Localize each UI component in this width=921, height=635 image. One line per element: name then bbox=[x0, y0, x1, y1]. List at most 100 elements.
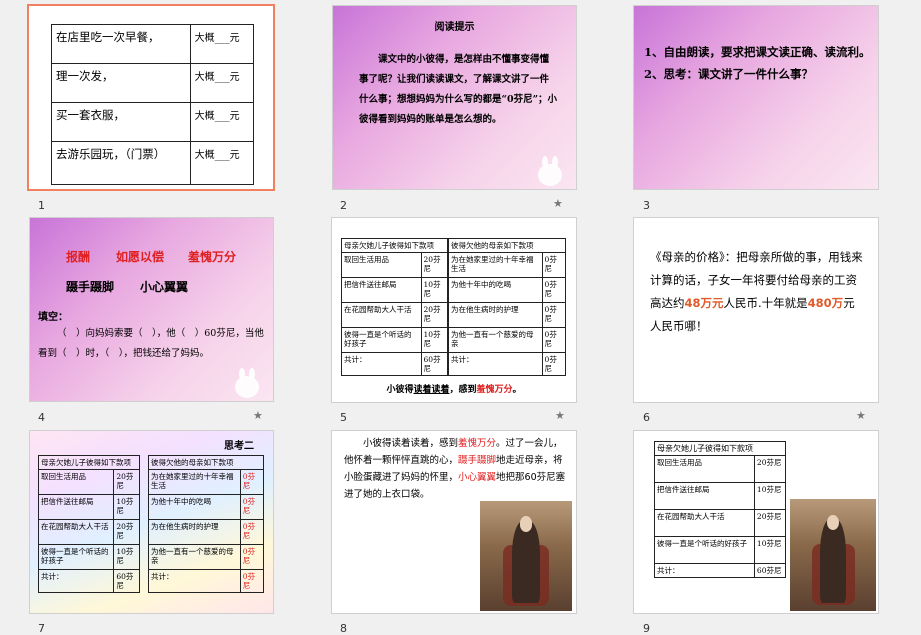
slide-thumbnail-4[interactable]: 报酬 如愿以偿 羞愧万分 蹑手蹑脚 小心翼翼 填空： （ ）向妈妈索要（ ），他… bbox=[29, 217, 274, 402]
table-cell: 共计： bbox=[341, 352, 422, 376]
fill-text: （ ）向妈妈索要（ ），他（ ）60芬尼，当他看到（ ）时，（ ），把钱还给了妈… bbox=[38, 328, 264, 359]
slide-number: 2 bbox=[340, 199, 347, 212]
price-text-part: 人民币.十年就是 bbox=[723, 296, 808, 310]
debt-table-left: 母亲欠她儿子彼得如下款项 取回生活用品 20芬尼 把信件送往邮局 10芬尼 在花园帮… bbox=[37, 455, 140, 593]
slide-thumbnail-1[interactable]: 在店里吃一次早餐， 大概___元 理一次发， 大概___元 买一套衣服， 大概___元… bbox=[27, 4, 275, 191]
table-cell: 60芬尼 bbox=[753, 563, 787, 578]
star-icon[interactable]: ★ bbox=[253, 409, 263, 422]
table-cell: 为在她家里过的十年幸福生活 bbox=[448, 252, 543, 278]
table-cell: 10芬尼 bbox=[420, 277, 449, 303]
story-highlight: 蹑手蹑脚 bbox=[458, 455, 497, 466]
caption-text: 羞愧万分 bbox=[476, 385, 513, 395]
slide-thumbnail-2[interactable]: 阅读提示 课文中的小彼得，是怎样由不懂事变得懂事了呢？让我们读读课文，了解课文讲… bbox=[332, 5, 577, 190]
slide-number: 9 bbox=[643, 622, 650, 635]
table-cell: 彼得一直是个听话的好孩子 bbox=[654, 536, 755, 564]
slide-thumbnail-5[interactable]: 母亲欠她儿子彼得如下款项 取回生活用品 20芬尼 把信件送往邮局 10芬尼 在花园帮… bbox=[331, 217, 577, 403]
table-header: 彼得欠他的母亲如下款项 bbox=[148, 455, 264, 470]
table-cell: 为他十年中的吃喝 bbox=[148, 494, 241, 520]
table-cell: 在花园帮助大人干活 bbox=[654, 509, 755, 537]
table-cell: 为他一直有一个慈爱的母亲 bbox=[148, 544, 241, 570]
slide-thumbnail-7[interactable]: 思考二 母亲欠她儿子彼得如下款项 取回生活用品 20芬尼 把信件送往邮局 10芬尼 … bbox=[29, 430, 274, 614]
star-icon[interactable]: ★ bbox=[553, 197, 563, 210]
table-header: 母亲欠她儿子彼得如下款项 bbox=[654, 441, 786, 456]
table-cell: 为他十年中的吃喝 bbox=[448, 277, 543, 303]
caption-text: 。 bbox=[512, 385, 522, 395]
slide-number: 6 bbox=[643, 411, 650, 424]
table-cell: 在店里吃一次早餐， bbox=[51, 24, 191, 64]
table-cell: 为在他生病时的护理 bbox=[148, 519, 241, 545]
table-cell: 为他一直有一个慈爱的母亲 bbox=[448, 327, 543, 353]
table-cell: 0芬尼 bbox=[239, 494, 265, 520]
slide-title: 阅读提示 bbox=[434, 22, 475, 33]
vocab-word: 报酬 bbox=[66, 250, 91, 264]
story-highlight: 小心翼翼 bbox=[458, 472, 497, 483]
mother-painting-image bbox=[790, 499, 876, 611]
table-cell: 共计： bbox=[654, 563, 755, 578]
slide-thumbnail-9[interactable]: 母亲欠她儿子彼得如下款项 取回生活用品 20芬尼 把信件送往邮局 10芬尼 在花园帮… bbox=[633, 430, 879, 614]
table-cell: 0芬尼 bbox=[239, 519, 265, 545]
table-cell: 0芬尼 bbox=[541, 302, 567, 328]
table-cell: 把信件送往邮局 bbox=[654, 482, 755, 510]
table-cell: 大概___元 bbox=[189, 63, 255, 103]
table-cell: 0芬尼 bbox=[239, 469, 265, 495]
table-cell: 20芬尼 bbox=[113, 469, 140, 495]
table-cell: 20芬尼 bbox=[420, 252, 449, 278]
table-cell: 20芬尼 bbox=[420, 302, 449, 328]
slide-line-1: 1、自由朗读，要求把课文读正确、读流利。 bbox=[644, 45, 871, 59]
table-cell: 10芬尼 bbox=[753, 482, 787, 510]
caption-text: 小彼得 bbox=[386, 385, 414, 395]
star-icon[interactable]: ★ bbox=[856, 409, 866, 422]
table-cell: 0芬尼 bbox=[239, 544, 265, 570]
table-cell: 10芬尼 bbox=[420, 327, 449, 353]
table-cell: 为在她家里过的十年幸福生活 bbox=[148, 469, 241, 495]
table-cell: 彼得一直是个听话的好孩子 bbox=[37, 544, 115, 570]
table-cell: 20芬尼 bbox=[753, 509, 787, 537]
table-cell: 0芬尼 bbox=[541, 252, 567, 278]
table-cell: 为在他生病时的护理 bbox=[448, 302, 543, 328]
slide-body: 课文中的小彼得，是怎样由不懂事变得懂事了呢？让我们读读课文，了解课文讲了一件什么… bbox=[359, 54, 558, 125]
slide-thumbnail-6[interactable]: 《母亲的价格》：把母亲所做的事，用钱来计算的话，子女一年将要付给母亲的工资高达约… bbox=[633, 217, 879, 403]
debt-table-right: 彼得欠他的母亲如下款项 为在她家里过的十年幸福生活 0芬尼 为他十年中的吃喝 0芬尼… bbox=[448, 238, 567, 376]
vocab-word: 小心翼翼 bbox=[140, 280, 189, 294]
table-cell: 0芬尼 bbox=[541, 277, 567, 303]
slide-number: 3 bbox=[643, 199, 650, 212]
table-cell: 大概___元 bbox=[189, 141, 255, 185]
table-cell: 10芬尼 bbox=[113, 544, 140, 570]
table-cell: 买一套衣服， bbox=[51, 102, 191, 142]
slide-number: 4 bbox=[38, 411, 45, 424]
table-cell: 在花园帮助大人干活 bbox=[341, 302, 422, 328]
story-text-part: 小彼得读着读着，感到 bbox=[363, 438, 459, 449]
caption-text: ，感到 bbox=[449, 385, 477, 395]
table-cell: 理一次发， bbox=[51, 63, 191, 103]
table-cell: 取回生活用品 bbox=[341, 252, 422, 278]
table-cell: 共计： bbox=[37, 569, 115, 593]
table-cell: 彼得一直是个听话的好孩子 bbox=[341, 327, 422, 353]
table-cell: 在花园帮助大人干活 bbox=[37, 519, 115, 545]
price-value: 48万元 bbox=[684, 296, 724, 310]
table-header: 彼得欠他的母亲如下款项 bbox=[448, 238, 566, 253]
table-cell: 把信件送往邮局 bbox=[341, 277, 422, 303]
table-cell: 20芬尼 bbox=[113, 519, 140, 545]
star-icon[interactable]: ★ bbox=[555, 409, 565, 422]
table-cell: 把信件送往邮局 bbox=[37, 494, 115, 520]
table-cell: 取回生活用品 bbox=[37, 469, 115, 495]
table-cell: 大概___元 bbox=[189, 24, 255, 64]
table-cell: 大概___元 bbox=[189, 102, 255, 142]
table-cell: 0芬尼 bbox=[541, 327, 567, 353]
table-cell: 0芬尼 bbox=[239, 569, 265, 593]
vocab-word: 羞愧万分 bbox=[188, 250, 237, 264]
vocab-word: 蹑手蹑脚 bbox=[66, 280, 115, 294]
table-header: 母亲欠她儿子彼得如下款项 bbox=[341, 238, 448, 253]
bunny-icon bbox=[230, 368, 264, 398]
debt-table-right: 彼得欠他的母亲如下款项 为在她家里过的十年幸福生活 0芬尼 为他十年中的吃喝 0芬尼… bbox=[148, 455, 265, 593]
story-text: 小彼得读着读着，感到羞愧万分。过了一会儿，他怀着一颗怦怦直跳的心，蹑手蹑脚地走近… bbox=[344, 435, 566, 503]
fill-label: 填空： bbox=[38, 312, 68, 323]
bunny-icon bbox=[533, 156, 567, 186]
mother-painting-image bbox=[480, 501, 572, 611]
slide-thumbnail-3[interactable]: 1、自由朗读，要求把课文读正确、读流利。 2、思考：课文讲了一件什么事？ bbox=[633, 5, 879, 190]
cost-table: 在店里吃一次早餐， 大概___元 理一次发， 大概___元 买一套衣服， 大概___元… bbox=[51, 24, 255, 185]
slide-thumbnail-8[interactable]: 小彼得读着读着，感到羞愧万分。过了一会儿，他怀着一颗怦怦直跳的心，蹑手蹑脚地走近… bbox=[331, 430, 577, 614]
debt-table: 母亲欠她儿子彼得如下款项 取回生活用品 20芬尼 把信件送往邮局 10芬尼 在花园帮… bbox=[654, 441, 787, 578]
story-highlight: 羞愧万分 bbox=[458, 438, 497, 449]
table-cell: 20芬尼 bbox=[753, 455, 787, 483]
